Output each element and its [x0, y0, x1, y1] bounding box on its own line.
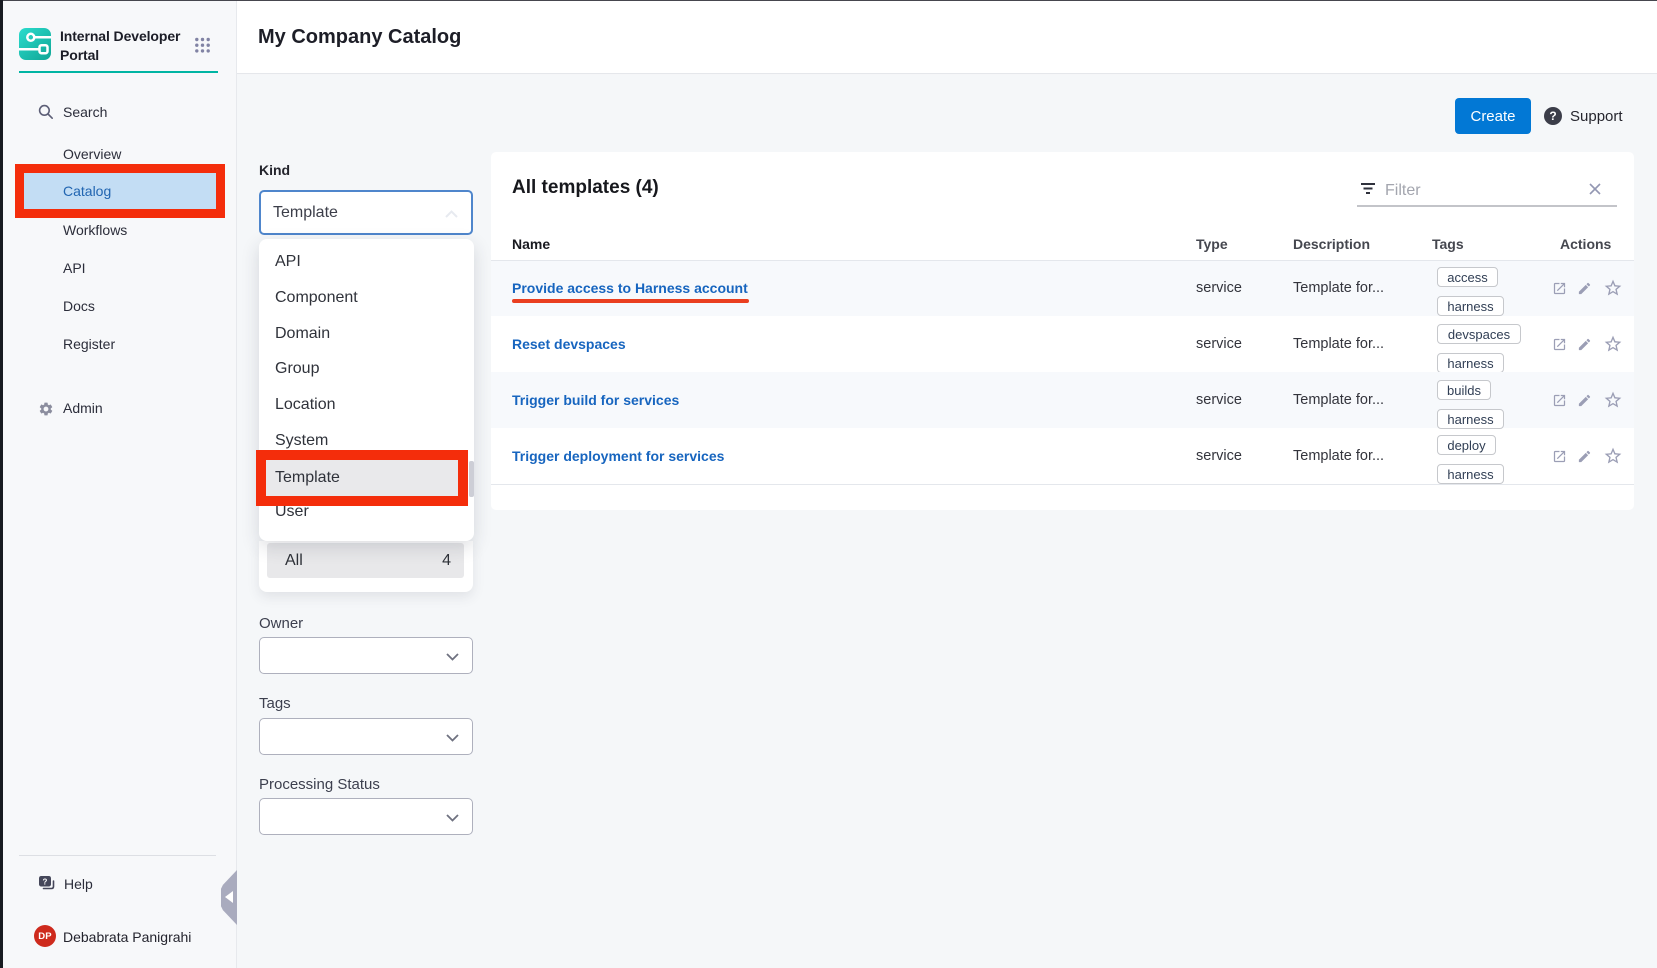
svg-text:?: ? [43, 877, 48, 886]
